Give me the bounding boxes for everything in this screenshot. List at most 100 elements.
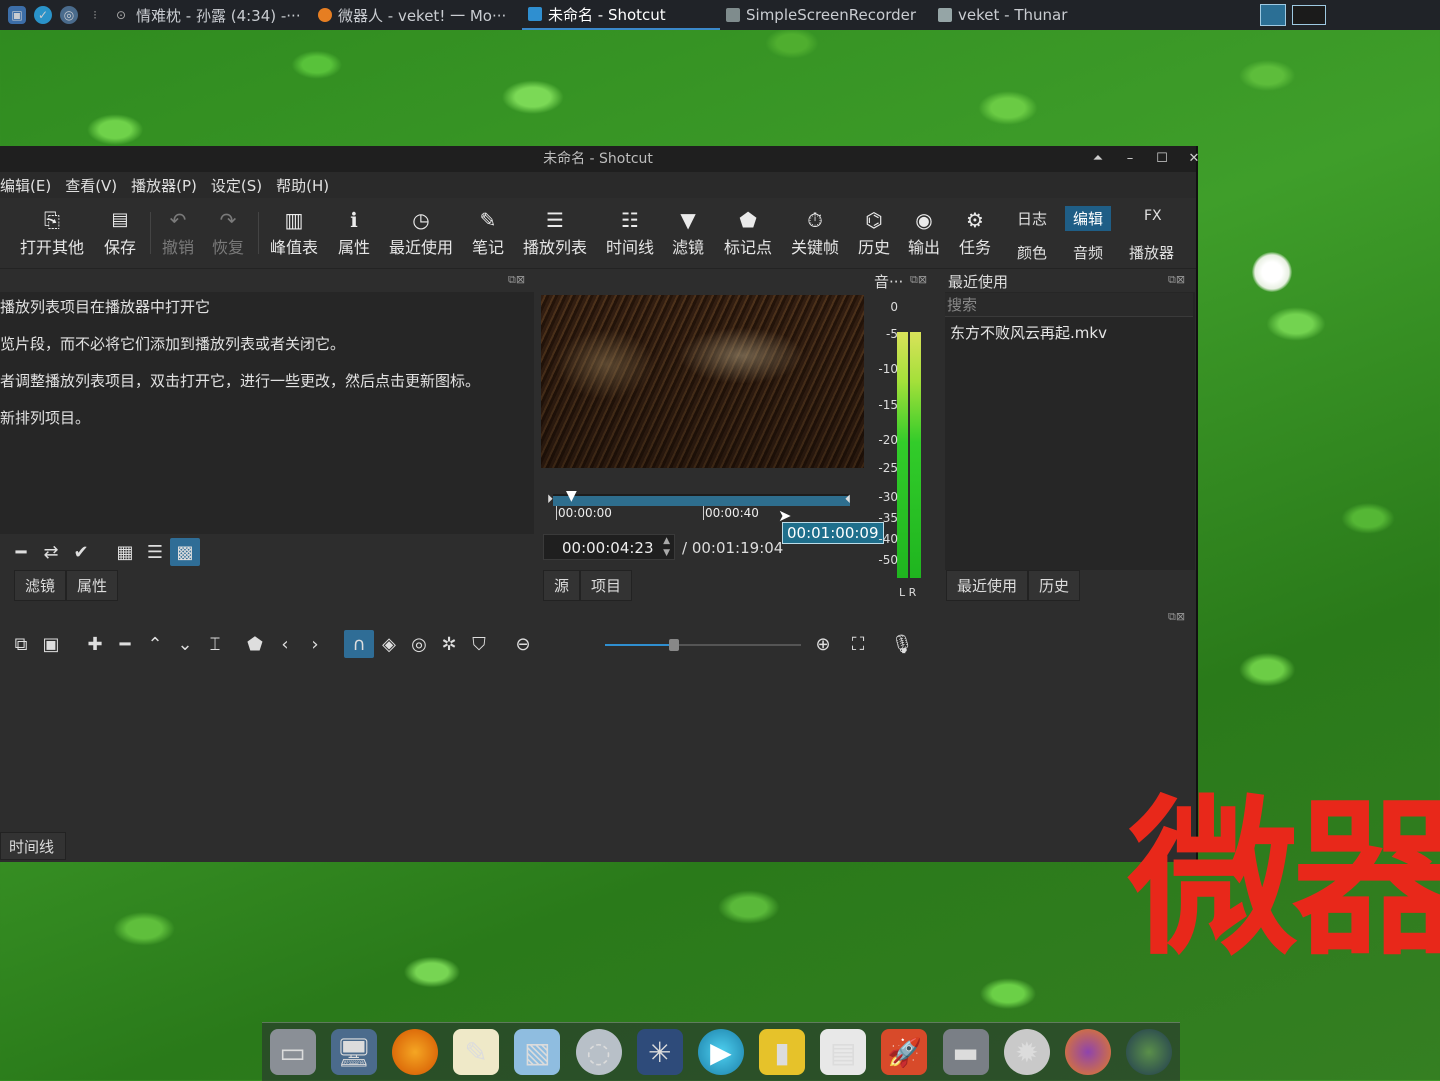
marker-button[interactable]: ⬟ 标记点 [724, 206, 772, 258]
player-icon[interactable]: ⊙ [112, 6, 130, 24]
properties-button[interactable]: ℹ 属性 [338, 206, 370, 258]
globe-icon[interactable] [1126, 1029, 1173, 1075]
apply-icon[interactable]: ✔ [66, 538, 96, 566]
tray-network-icon[interactable] [1260, 4, 1286, 26]
tab-timeline[interactable]: 时间线 [0, 832, 66, 860]
notes-button[interactable]: ✎ 笔记 [472, 206, 504, 258]
check-icon[interactable]: ✓ [34, 6, 52, 24]
recent-list-item[interactable]: 东方不败风云再起.mkv [950, 322, 1107, 343]
paste-icon[interactable]: ▣ [36, 630, 66, 658]
playlist-panel-controls[interactable]: ⧉⊠ [508, 273, 525, 287]
video-preview[interactable] [541, 295, 864, 468]
task-music[interactable]: 情难枕 - 孙露 (4:34) -··· [130, 0, 312, 30]
zoom-fit-icon[interactable]: ⛶ [843, 630, 873, 658]
network-icon[interactable]: ✳ [636, 1029, 683, 1075]
filter-button[interactable]: ▼ 滤镜 [672, 206, 704, 258]
previous-marker-icon[interactable]: ‹ [270, 630, 300, 658]
menu-edit[interactable]: 编辑(E) [0, 175, 58, 196]
tab-recent[interactable]: 最近使用 [946, 570, 1029, 601]
tab-project[interactable]: 项目 [580, 570, 633, 601]
layout-edit-button[interactable]: 编辑 [1065, 206, 1112, 231]
minimize-icon[interactable]: – [1114, 146, 1146, 172]
jobs-button[interactable]: ⚙ 任务 [959, 206, 991, 258]
rocket-icon[interactable]: 🚀 [881, 1029, 928, 1075]
spreadsheet-icon[interactable]: ▤ [820, 1029, 867, 1075]
playlist-button[interactable]: ☰ 播放列表 [523, 206, 587, 258]
in-point-icon[interactable]: ⏵ [547, 492, 553, 507]
meter-panel-controls[interactable]: ⧉⊠ [910, 273, 927, 287]
grid-view-icon[interactable]: ▩ [170, 538, 200, 566]
menu-view[interactable]: 查看(V) [58, 175, 124, 196]
layout-player-button[interactable]: 播放器 [1121, 240, 1182, 265]
disk-icon[interactable]: ▭ [269, 1029, 316, 1075]
player-scrubber[interactable] [553, 494, 850, 506]
recent-panel-controls[interactable]: ⧉⊠ [1168, 273, 1185, 287]
ripple-markers-icon[interactable]: ⛉ [464, 630, 494, 658]
tab-filters[interactable]: 滤镜 [14, 570, 67, 601]
app-menu-icon[interactable]: ▣ [8, 6, 26, 24]
open-other-button[interactable]: ⎘ 打开其他 [20, 206, 84, 258]
maximize-icon[interactable]: ☐ [1146, 146, 1178, 172]
snap-icon[interactable]: ∩ [344, 630, 374, 658]
layout-audio-button[interactable]: 音频 [1065, 240, 1111, 265]
shade-icon[interactable]: ⏶ [1082, 146, 1114, 172]
append-icon[interactable]: ✚ [80, 630, 110, 658]
menu-player[interactable]: 播放器(P) [124, 175, 204, 196]
layout-color-button[interactable]: 颜色 [1009, 240, 1055, 265]
browser-icon[interactable]: ◎ [60, 6, 78, 24]
task-shotcut[interactable]: 未命名 - Shotcut [522, 0, 720, 30]
playhead-icon[interactable]: ▼ [566, 488, 577, 504]
remove-icon[interactable]: ━ [6, 538, 36, 566]
text-editor-icon[interactable]: ✎ [453, 1029, 500, 1075]
timeline-tracks-area[interactable] [0, 662, 1196, 830]
scrub-icon[interactable]: ◈ [374, 630, 404, 658]
firefox-dev-icon[interactable] [1065, 1029, 1112, 1075]
image-viewer-icon[interactable]: ▧ [514, 1029, 561, 1075]
ripple-icon[interactable]: ◎ [404, 630, 434, 658]
timeline-panel-controls[interactable]: ⧉⊠ [1168, 610, 1185, 624]
zoom-slider-handle[interactable] [669, 639, 679, 651]
notes-icon[interactable]: ▮ [759, 1029, 806, 1075]
spin-arrows-icon[interactable]: ▲ ▼ [663, 535, 670, 559]
split-icon[interactable]: ⌶ [200, 630, 230, 658]
history-button[interactable]: ⌬ 历史 [858, 206, 890, 258]
drive-icon[interactable]: ▬ [942, 1029, 989, 1075]
menu-help[interactable]: 帮助(H) [269, 175, 336, 196]
close-icon[interactable]: ✕ [1178, 146, 1210, 172]
task-firefox[interactable]: 微器人 - veket! 一 Mo··· [312, 0, 522, 30]
export-button[interactable]: ◉ 输出 [908, 206, 940, 258]
lift-icon[interactable]: ⌃ [140, 630, 170, 658]
out-point-icon[interactable]: ⏴ [845, 492, 851, 507]
menu-settings[interactable]: 设定(S) [204, 175, 269, 196]
firefox-icon[interactable] [391, 1029, 438, 1075]
remove-icon[interactable]: ━ [110, 630, 140, 658]
redo-button[interactable]: ↷ 恢复 [212, 206, 244, 258]
copy-icon[interactable]: ⧉ [6, 630, 36, 658]
recent-search-input[interactable]: 搜索 [945, 293, 1193, 317]
tab-source[interactable]: 源 [543, 570, 581, 601]
zoom-slider[interactable] [605, 639, 801, 651]
overwrite-icon[interactable]: ⌄ [170, 630, 200, 658]
record-audio-icon[interactable]: 🎙 [887, 630, 917, 658]
task-thunar[interactable]: veket - Thunar [932, 0, 1094, 30]
workspace-switcher[interactable] [1292, 5, 1326, 25]
ripple-all-icon[interactable]: ✲ [434, 630, 464, 658]
layout-log-button[interactable]: 日志 [1009, 206, 1055, 231]
position-timecode-field[interactable]: 00:00:04:23 ▲ ▼ [543, 534, 675, 560]
save-button[interactable]: ▤ 保存 [104, 206, 136, 258]
peak-meter-button[interactable]: ▥ 峰值表 [270, 206, 318, 258]
timeline-button[interactable]: ☷ 时间线 [606, 206, 654, 258]
undo-button[interactable]: ↶ 撤销 [162, 206, 194, 258]
layout-fx-button[interactable]: FX [1136, 206, 1170, 226]
details-view-icon[interactable]: ▦ [110, 538, 140, 566]
list-view-icon[interactable]: ☰ [140, 538, 170, 566]
zoom-out-icon[interactable]: ⊖ [508, 630, 538, 658]
recent-button[interactable]: ◷ 最近使用 [389, 206, 453, 258]
terminal-icon[interactable]: ◌ [575, 1029, 622, 1075]
zoom-in-icon[interactable]: ⊕ [808, 630, 838, 658]
update-icon[interactable]: ⇄ [36, 538, 66, 566]
task-screenrecorder[interactable]: SimpleScreenRecorder [720, 0, 932, 30]
marker-icon[interactable]: ⬟ [240, 630, 270, 658]
tab-history[interactable]: 历史 [1028, 570, 1081, 601]
tab-properties[interactable]: 属性 [66, 570, 119, 601]
